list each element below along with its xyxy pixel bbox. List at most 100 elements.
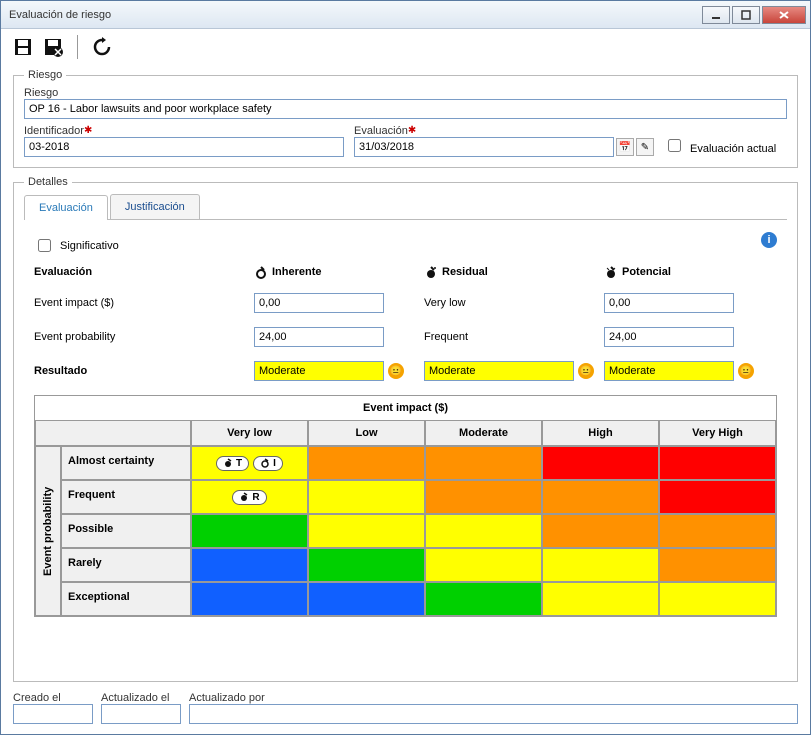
save-close-button[interactable] (41, 35, 65, 59)
heatmap-row-header: Possible (61, 514, 191, 548)
col-residual: Residual (424, 265, 604, 279)
face-icon: 😐 (578, 363, 594, 379)
identificador-input[interactable] (24, 137, 344, 157)
heatmap-cell (425, 446, 542, 480)
minimize-button[interactable] (702, 6, 730, 24)
detalles-legend: Detalles (24, 176, 72, 188)
riesgo-legend: Riesgo (24, 69, 66, 81)
evaluacion-date-label: Evaluación (354, 125, 408, 137)
heatmap-cell (542, 514, 659, 548)
impact-residual-value: Very low (424, 297, 604, 309)
impact-potencial-input[interactable] (604, 293, 734, 313)
heatmap-cell (542, 446, 659, 480)
heatmap-cell (308, 582, 425, 616)
evaluacion-actual-label: Evaluación actual (690, 143, 776, 155)
heatmap-col-header: Very low (191, 420, 308, 446)
heatmap-col-header: Very High (659, 420, 776, 446)
heatmap-x-title: Event impact ($) (35, 396, 776, 420)
required-icon: ✱ (408, 125, 416, 136)
heatmap-col-header: High (542, 420, 659, 446)
window: Evaluación de riesgo Riesgo Riesgo Ident… (0, 0, 811, 735)
creado-el-label: Creado el (13, 692, 93, 704)
detalles-content: i Significativo Evaluación Inherente Res… (24, 226, 787, 625)
heatmap-cell (659, 582, 776, 616)
prob-potencial-input[interactable] (604, 327, 734, 347)
riesgo-input[interactable] (24, 99, 787, 119)
heatmap-cell (425, 548, 542, 582)
heatmap-cell (542, 548, 659, 582)
heatmap-cell (308, 480, 425, 514)
actualizado-por-value (189, 704, 798, 724)
heatmap-y-title: Event probability (35, 446, 61, 616)
toolbar-separator (77, 35, 78, 59)
significativo-label: Significativo (60, 240, 119, 252)
row-prob-label: Event probability (34, 331, 254, 343)
row-impact-label: Event impact ($) (34, 297, 254, 309)
heatmap-cell (659, 548, 776, 582)
maximize-button[interactable] (732, 6, 760, 24)
heatmap-cell (191, 514, 308, 548)
col-potencial: Potencial (604, 265, 774, 279)
row-resultado-label: Resultado (34, 365, 254, 377)
res-inherente (254, 361, 384, 381)
riesgo-label: Riesgo (24, 87, 787, 99)
toolbar (1, 29, 810, 65)
actualizado-el-label: Actualizado el (101, 692, 181, 704)
res-residual (424, 361, 574, 381)
heatmap-cell: R (191, 480, 308, 514)
tab-evaluacion[interactable]: Evaluación (24, 195, 108, 220)
heatmap: Event impact ($) Very lowLowModerateHigh… (34, 395, 777, 617)
info-icon[interactable]: i (761, 232, 777, 248)
significativo-checkbox[interactable] (38, 239, 51, 252)
evaluation-grid: Evaluación Inherente Residual Potencial … (34, 265, 777, 381)
clear-date-button[interactable]: ✎ (636, 138, 654, 156)
heatmap-chip: I (253, 456, 283, 471)
tabs: Evaluación Justificación (24, 194, 787, 220)
actualizado-el-value (101, 704, 181, 724)
heatmap-cell (191, 582, 308, 616)
titlebar: Evaluación de riesgo (1, 1, 810, 29)
heatmap-cell (542, 582, 659, 616)
face-icon: 😐 (738, 363, 754, 379)
col-inherente: Inherente (254, 265, 424, 279)
heatmap-cell (425, 582, 542, 616)
heatmap-row-header: Frequent (61, 480, 191, 514)
prob-residual-value: Frequent (424, 331, 604, 343)
face-icon: 😐 (388, 363, 404, 379)
heatmap-cell (425, 514, 542, 548)
heatmap-row-header: Exceptional (61, 582, 191, 616)
creado-el-value (13, 704, 93, 724)
riesgo-fieldset: Riesgo Riesgo Identificador✱ Evaluación✱… (13, 69, 798, 168)
window-title: Evaluación de riesgo (9, 9, 700, 21)
identificador-label: Identificador (24, 125, 84, 137)
heatmap-cell (308, 548, 425, 582)
refresh-button[interactable] (90, 35, 114, 59)
res-potencial (604, 361, 734, 381)
prob-inherente-input[interactable] (254, 327, 384, 347)
calendar-button[interactable]: 📅 (616, 138, 634, 156)
detalles-fieldset: Detalles Evaluación Justificación i Sign… (13, 176, 798, 682)
impact-inherente-input[interactable] (254, 293, 384, 313)
close-button[interactable] (762, 6, 806, 24)
footer: Creado el Actualizado el Actualizado por (13, 692, 798, 724)
heatmap-cell (308, 514, 425, 548)
col-evaluacion: Evaluación (34, 266, 254, 278)
actualizado-por-label: Actualizado por (189, 692, 798, 704)
heatmap-chip: T (216, 456, 249, 471)
evaluacion-date-input[interactable] (354, 137, 614, 157)
heatmap-cell (659, 480, 776, 514)
heatmap-cell (659, 514, 776, 548)
heatmap-chip: R (232, 490, 266, 505)
evaluacion-actual-checkbox[interactable] (668, 139, 681, 152)
required-icon: ✱ (84, 125, 92, 136)
heatmap-cell (308, 446, 425, 480)
heatmap-cell: TI (191, 446, 308, 480)
save-button[interactable] (11, 35, 35, 59)
heatmap-cell (659, 446, 776, 480)
tab-justificacion[interactable]: Justificación (110, 194, 200, 219)
heatmap-row-header: Almost certainty (61, 446, 191, 480)
heatmap-col-header: Moderate (425, 420, 542, 446)
heatmap-cell (191, 548, 308, 582)
heatmap-cell (425, 480, 542, 514)
heatmap-col-header: Low (308, 420, 425, 446)
